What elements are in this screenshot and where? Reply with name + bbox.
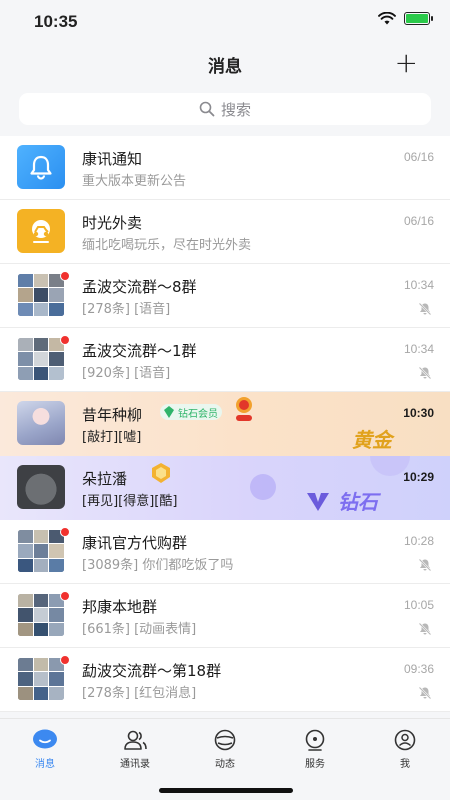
service-icon bbox=[305, 729, 325, 751]
conversation-row[interactable]: 康讯官方代购群 [3089条] 你们都吃饭了吗 10:28 bbox=[0, 520, 450, 584]
mute-bell-icon bbox=[418, 686, 432, 700]
moments-icon bbox=[214, 729, 236, 751]
conversation-preview: 重大版本更新公告 bbox=[82, 174, 187, 189]
vip-badge-label: 钻石会员 bbox=[178, 409, 218, 420]
group-avatar bbox=[17, 529, 65, 573]
conversation-name: 康讯通知 bbox=[82, 150, 143, 168]
conversation-name: 朵拉潘 bbox=[82, 470, 128, 488]
conversation-name: 孟波交流群～8群 bbox=[82, 278, 197, 296]
unread-dot bbox=[60, 591, 70, 601]
gold-tier-label: 黄金 bbox=[352, 428, 392, 452]
unread-dot bbox=[60, 527, 70, 537]
conversation-preview: [3089条] 你们都吃饭了吗 bbox=[82, 558, 234, 573]
conversation-time: 10:28 bbox=[403, 534, 434, 548]
conversation-preview: [再见][得意][酷] bbox=[82, 494, 178, 509]
tab-label: 我 bbox=[400, 759, 410, 770]
search-icon bbox=[199, 101, 215, 117]
tab-bar: 消息 通讯录 动态 服务 我 bbox=[0, 718, 450, 800]
conversation-preview: [278条] [语音] bbox=[82, 302, 171, 317]
conversation-time: 10:34 bbox=[403, 278, 434, 292]
conversation-row[interactable]: 孟波交流群～1群 [920条] [语音] 10:34 bbox=[0, 328, 450, 392]
conversation-time: 09:36 bbox=[403, 662, 434, 676]
conversation-time: 10:30 bbox=[403, 406, 434, 420]
status-bar: 10:35 bbox=[0, 0, 450, 44]
bell-icon bbox=[30, 155, 52, 180]
conversation-preview: [278条] [红包消息] bbox=[82, 686, 197, 701]
conversation-name: 邦康本地群 bbox=[82, 598, 158, 616]
unread-dot bbox=[60, 335, 70, 345]
add-button[interactable]: + bbox=[395, 46, 418, 79]
tab-label: 通讯录 bbox=[120, 759, 150, 770]
conversation-preview: [661条] [动画表情] bbox=[82, 622, 197, 637]
diamond-v-icon bbox=[307, 493, 329, 511]
group-avatar bbox=[17, 337, 65, 381]
conversation-time: 10:05 bbox=[403, 598, 434, 612]
tab-label: 动态 bbox=[215, 759, 235, 770]
group-avatar bbox=[17, 657, 65, 701]
conversation-name: 昔年种柳 bbox=[82, 406, 143, 424]
tab-profile[interactable]: 我 bbox=[360, 719, 450, 800]
wifi-icon bbox=[378, 12, 396, 25]
mute-bell-icon bbox=[418, 622, 432, 636]
profile-icon bbox=[394, 729, 416, 751]
battery-icon bbox=[404, 12, 433, 25]
conversation-row[interactable]: 孟波交流群～8群 [278条] [语音] 10:34 bbox=[0, 264, 450, 328]
vip-crown-badge-icon bbox=[236, 397, 252, 421]
avatar bbox=[17, 209, 65, 253]
conversation-row[interactable]: 勐波交流群～第18群 [278条] [红包消息] 09:36 bbox=[0, 648, 450, 712]
conversation-row-gold[interactable]: 昔年种柳 钻石会员 [敲打][嘘] 10:30 黄金 bbox=[0, 392, 450, 456]
status-icons bbox=[378, 12, 433, 25]
tab-label: 服务 bbox=[305, 759, 325, 770]
unread-dot bbox=[60, 655, 70, 665]
unread-dot bbox=[60, 271, 70, 281]
chat-bubble-icon bbox=[33, 729, 57, 749]
conversation-name: 康讯官方代购群 bbox=[82, 534, 188, 552]
delivery-scooter-icon bbox=[32, 220, 50, 243]
conversation-name: 时光外卖 bbox=[82, 214, 143, 232]
cat-avatar bbox=[17, 465, 65, 509]
diamond-tier-label: 钻石 bbox=[338, 490, 378, 514]
conversation-time: 10:34 bbox=[403, 342, 434, 356]
mute-bell-icon bbox=[418, 558, 432, 572]
vip-badge-icon bbox=[152, 463, 170, 483]
nav-bar: 消息 + bbox=[0, 44, 450, 84]
conversation-name: 孟波交流群～1群 bbox=[82, 342, 197, 360]
conversation-name: 勐波交流群～第18群 bbox=[82, 662, 222, 680]
conversation-time: 10:29 bbox=[403, 470, 434, 484]
contacts-icon bbox=[124, 730, 147, 750]
search-input[interactable]: 搜索 bbox=[19, 93, 431, 125]
conversation-row[interactable]: 康讯通知 重大版本更新公告 06/16 bbox=[0, 136, 450, 200]
group-avatar bbox=[17, 273, 65, 317]
mute-bell-icon bbox=[418, 302, 432, 316]
user-avatar bbox=[17, 401, 65, 445]
page-title: 消息 bbox=[208, 57, 242, 77]
conversation-preview: [敲打][嘘] bbox=[82, 430, 142, 445]
conversation-time: 06/16 bbox=[403, 214, 434, 228]
group-avatar bbox=[17, 593, 65, 637]
conversation-row-diamond[interactable]: 朵拉潘 [再见][得意][酷] 10:29 钻石 bbox=[0, 456, 450, 520]
conversation-preview: [920条] [语音] bbox=[82, 366, 171, 381]
home-indicator bbox=[159, 788, 293, 793]
mute-bell-icon bbox=[418, 366, 432, 380]
search-placeholder: 搜索 bbox=[220, 100, 251, 119]
conversation-row[interactable]: 时光外卖 缅北吃喝玩乐，尽在时光外卖 06/16 bbox=[0, 200, 450, 264]
conversation-list: 康讯通知 重大版本更新公告 06/16 时光外卖 缅北吃喝玩乐，尽在时光外卖 0… bbox=[0, 136, 450, 712]
conversation-preview: 缅北吃喝玩乐，尽在时光外卖 bbox=[82, 238, 252, 253]
tab-messages[interactable]: 消息 bbox=[0, 719, 90, 800]
conversation-row[interactable]: 邦康本地群 [661条] [动画表情] 10:05 bbox=[0, 584, 450, 648]
avatar bbox=[17, 145, 65, 189]
status-time: 10:35 bbox=[34, 12, 78, 31]
tab-label: 消息 bbox=[35, 759, 55, 770]
conversation-time: 06/16 bbox=[403, 150, 434, 164]
